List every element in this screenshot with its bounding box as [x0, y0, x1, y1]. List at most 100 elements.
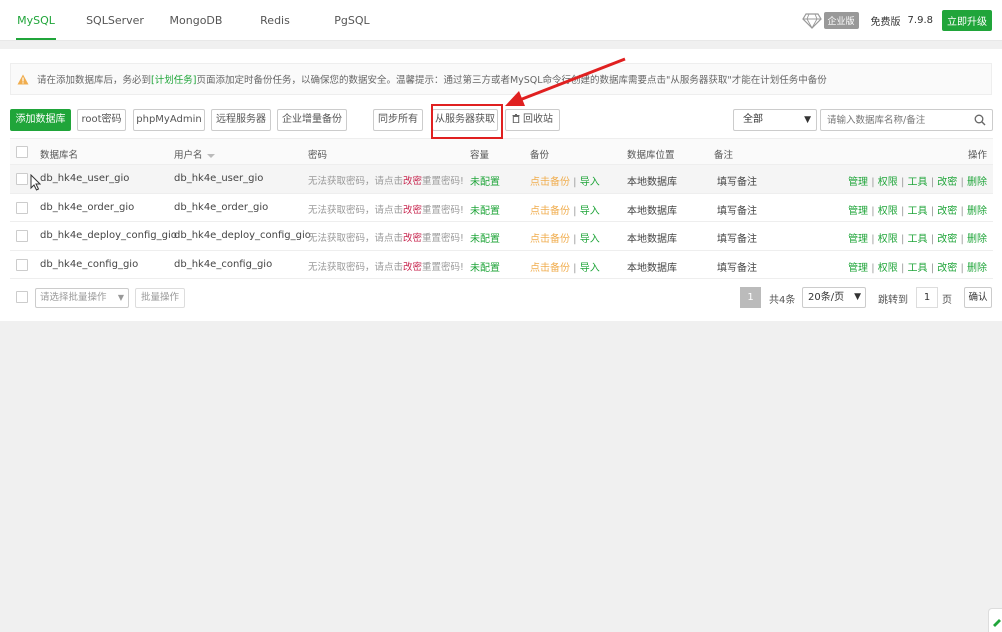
- manage-link[interactable]: 管理: [848, 234, 868, 245]
- capacity-cell[interactable]: 未配置: [470, 202, 500, 217]
- select-all-checkbox[interactable]: [16, 146, 28, 158]
- row-checkbox[interactable]: [16, 173, 28, 185]
- change-password-link[interactable]: 改密: [403, 176, 422, 187]
- tools-link[interactable]: 工具: [908, 177, 928, 188]
- note-cell[interactable]: 填写备注: [717, 173, 757, 188]
- click-backup-link[interactable]: 点击备份: [530, 263, 570, 274]
- tab-mysql[interactable]: MySQL: [16, 0, 56, 40]
- tools-link[interactable]: 工具: [908, 234, 928, 245]
- change-password-link[interactable]: 改密: [403, 233, 422, 244]
- enterprise-incremental-backup-button[interactable]: 企业增量备份: [277, 109, 347, 131]
- column-location-header: 数据库位置: [627, 150, 675, 161]
- page-size-select[interactable]: 20条/页 ▼: [802, 287, 866, 308]
- import-link[interactable]: 导入: [580, 206, 600, 217]
- password-hint-before: 无法获取密码，请点击: [308, 176, 404, 187]
- click-backup-link[interactable]: 点击备份: [530, 206, 570, 217]
- password-cell: 无法获取密码，请点击改密重置密码!: [308, 173, 464, 187]
- import-link[interactable]: 导入: [580, 234, 600, 245]
- row-actions: 管理 | 权限 | 工具 | 改密 | 删除: [848, 177, 987, 188]
- sync-all-button[interactable]: 同步所有: [373, 109, 423, 131]
- db-name-cell[interactable]: db_hk4e_order_gio: [40, 202, 134, 213]
- note-cell[interactable]: 填写备注: [717, 202, 757, 217]
- password-hint-after: 重置密码!: [422, 261, 464, 273]
- batch-operation-button[interactable]: 批量操作: [135, 288, 185, 308]
- db-name-cell[interactable]: db_hk4e_deploy_config_gio: [40, 230, 177, 241]
- edition-info: 企业版 免费版 7.9.8 立即升级: [801, 10, 992, 31]
- click-backup-link[interactable]: 点击备份: [530, 177, 570, 188]
- upgrade-now-button[interactable]: 立即升级: [942, 10, 992, 31]
- column-name-header[interactable]: 数据库名: [40, 147, 78, 161]
- enterprise-edition-badge[interactable]: 企业版: [823, 12, 859, 29]
- manage-link[interactable]: 管理: [848, 263, 868, 274]
- batch-operation-select[interactable]: 请选择批量操作 ▼: [35, 288, 129, 308]
- row-checkbox[interactable]: [16, 230, 28, 242]
- database-type-tabs: MySQL SQLServer MongoDB Redis PgSQL 企业版 …: [0, 0, 1002, 41]
- change-password-action-link[interactable]: 改密: [937, 177, 957, 188]
- footer-select-all-checkbox[interactable]: [16, 291, 28, 303]
- database-search-input[interactable]: [821, 110, 966, 130]
- click-backup-link[interactable]: 点击备份: [530, 234, 570, 245]
- change-password-link[interactable]: 改密: [403, 262, 422, 273]
- tab-pgsql[interactable]: PgSQL: [332, 0, 372, 40]
- tab-mongodb[interactable]: MongoDB: [165, 0, 227, 40]
- permission-link[interactable]: 权限: [878, 263, 898, 274]
- delete-link[interactable]: 删除: [967, 263, 987, 274]
- change-password-action-link[interactable]: 改密: [937, 206, 957, 217]
- permission-link[interactable]: 权限: [878, 234, 898, 245]
- page-jump-confirm-button[interactable]: 确认: [964, 287, 992, 308]
- row-actions: 管理 | 权限 | 工具 | 改密 | 删除: [848, 262, 987, 274]
- page-jump-input[interactable]: 1: [916, 287, 938, 308]
- fetch-from-server-button[interactable]: 从服务器获取: [432, 109, 498, 131]
- row-checkbox[interactable]: [16, 258, 28, 271]
- chevron-down-icon: ▼: [804, 115, 811, 125]
- tools-link[interactable]: 工具: [908, 263, 928, 274]
- delete-link[interactable]: 删除: [967, 234, 987, 245]
- capacity-cell[interactable]: 未配置: [470, 173, 500, 188]
- column-user-label: 用户名: [174, 150, 203, 161]
- import-link[interactable]: 导入: [580, 263, 600, 274]
- search-icon[interactable]: [974, 114, 986, 126]
- location-cell: 本地数据库: [627, 177, 677, 188]
- db-name-cell[interactable]: db_hk4e_user_gio: [40, 173, 129, 184]
- phpmyadmin-button[interactable]: phpMyAdmin: [133, 109, 205, 131]
- delete-link[interactable]: 删除: [967, 177, 987, 188]
- delete-link[interactable]: 删除: [967, 206, 987, 217]
- tab-sqlserver[interactable]: SQLServer: [84, 0, 146, 40]
- column-backup-header: 备份: [530, 150, 550, 161]
- note-cell[interactable]: 填写备注: [717, 230, 757, 245]
- sort-down-icon[interactable]: [206, 153, 215, 158]
- add-database-button[interactable]: 添加数据库: [10, 109, 71, 131]
- manage-link[interactable]: 管理: [848, 177, 868, 188]
- remote-server-button[interactable]: 远程服务器: [211, 109, 271, 131]
- tools-link[interactable]: 工具: [908, 206, 928, 217]
- import-link[interactable]: 导入: [580, 177, 600, 188]
- cron-task-link[interactable]: [计划任务]: [151, 72, 196, 86]
- password-hint-before: 无法获取密码，请点击: [308, 261, 404, 273]
- row-checkbox[interactable]: [16, 201, 28, 214]
- permission-link[interactable]: 权限: [878, 177, 898, 188]
- note-cell[interactable]: 填写备注: [717, 259, 757, 274]
- trash-icon: [512, 111, 520, 124]
- database-filter-select[interactable]: 全部 ▼: [733, 109, 817, 131]
- edit-icon: [993, 619, 1001, 627]
- recycle-bin-button[interactable]: 回收站: [505, 109, 560, 131]
- chevron-down-icon: ▼: [117, 293, 124, 302]
- current-page-indicator[interactable]: 1: [740, 287, 761, 308]
- root-password-button[interactable]: root密码: [77, 109, 126, 131]
- permission-link[interactable]: 权限: [878, 206, 898, 217]
- db-name-cell[interactable]: db_hk4e_config_gio: [40, 259, 138, 270]
- version-label: 7.9.8: [907, 15, 933, 26]
- change-password-link[interactable]: 改密: [403, 205, 422, 216]
- backup-cell: 点击备份 | 导入: [530, 234, 600, 245]
- column-user-header[interactable]: 用户名: [174, 147, 215, 161]
- capacity-cell[interactable]: 未配置: [470, 230, 500, 245]
- capacity-cell[interactable]: 未配置: [470, 259, 500, 274]
- manage-link[interactable]: 管理: [848, 206, 868, 217]
- tab-redis[interactable]: Redis: [256, 0, 294, 40]
- free-edition-label: 免费版: [870, 17, 901, 28]
- warning-text-before: 请在添加数据库后，务必到: [37, 75, 152, 86]
- change-password-action-link[interactable]: 改密: [937, 234, 957, 245]
- change-password-action-link[interactable]: 改密: [937, 263, 957, 274]
- column-capacity-header: 容量: [470, 150, 490, 161]
- corner-feedback-widget[interactable]: [988, 608, 1002, 632]
